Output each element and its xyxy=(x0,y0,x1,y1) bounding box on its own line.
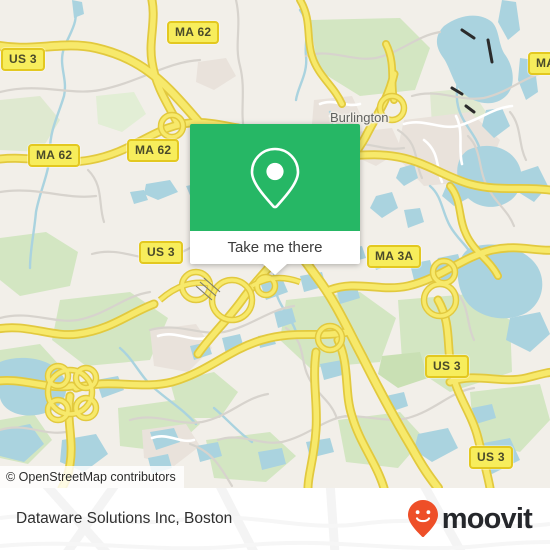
map-canvas[interactable]: Burlington US 3 MA 62 MA 62 MA 62 US 3 M… xyxy=(0,0,550,488)
highway-shield-ma3a: MA 3A xyxy=(367,245,422,268)
highway-shield-us3-se: US 3 xyxy=(469,446,513,469)
highway-shield-ma62-w: MA 62 xyxy=(28,144,81,167)
location-popup-card[interactable]: Take me there xyxy=(190,124,360,275)
take-me-there-button[interactable]: Take me there xyxy=(190,231,360,264)
location-title: Dataware Solutions Inc, Boston xyxy=(16,510,233,527)
highway-shield-ma62-c: MA 62 xyxy=(127,139,180,162)
highway-shield-us3-nw: US 3 xyxy=(1,48,45,71)
popup-header xyxy=(190,124,360,231)
place-label-burlington: Burlington xyxy=(330,110,389,125)
highway-shield-ma-edge: MA xyxy=(528,52,550,75)
popup-pointer xyxy=(263,264,287,275)
moovit-wordmark: moovit xyxy=(441,502,533,535)
moovit-map-screenshot: Burlington US 3 MA 62 MA 62 MA 62 US 3 M… xyxy=(0,0,550,550)
moovit-logo[interactable]: moovit xyxy=(407,499,533,539)
highway-shield-us3-e: US 3 xyxy=(425,355,469,378)
map-pin-icon xyxy=(250,147,300,208)
osm-attribution[interactable]: © OpenStreetMap contributors xyxy=(0,466,184,488)
moovit-pin-icon xyxy=(407,500,438,538)
highway-shield-ma62-n: MA 62 xyxy=(167,21,220,44)
highway-shield-us3-c: US 3 xyxy=(139,241,183,264)
footer-bar: Dataware Solutions Inc, Boston moovit xyxy=(0,488,550,550)
